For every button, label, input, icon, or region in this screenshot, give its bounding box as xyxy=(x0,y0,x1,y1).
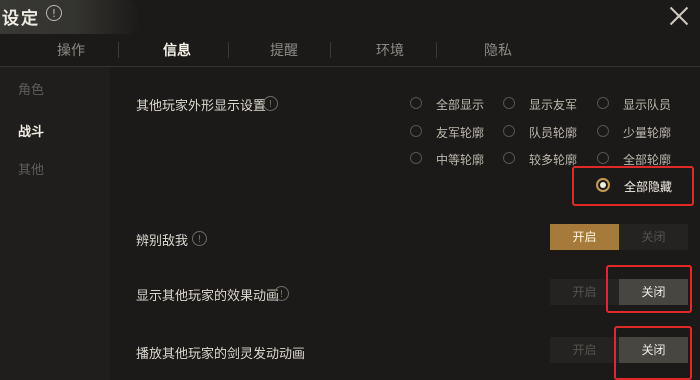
info-icon[interactable]: ! xyxy=(263,96,278,111)
info-icon[interactable]: ! xyxy=(192,231,207,246)
radio-dot xyxy=(410,152,422,164)
close-icon[interactable] xyxy=(664,2,692,30)
radio-dot xyxy=(503,97,515,109)
tab-info[interactable]: 信息 xyxy=(163,40,191,60)
tab-operation[interactable]: 操作 xyxy=(57,40,85,60)
distinguish-off-button[interactable]: 关闭 xyxy=(619,224,688,250)
radio-dot xyxy=(410,97,422,109)
tab-bar: 操作 信息 提醒 环境 隐私 xyxy=(0,34,700,66)
info-icon[interactable]: ! xyxy=(274,286,289,301)
radio-dot xyxy=(597,97,609,109)
highlight-box xyxy=(614,326,692,380)
radio-dot xyxy=(597,125,609,137)
tab-environment[interactable]: 环境 xyxy=(376,40,404,60)
sidebar-item-other[interactable]: 其他 xyxy=(18,159,44,178)
sword-spirit-on-button[interactable]: 开启 xyxy=(550,337,619,363)
page-title: 设定 xyxy=(2,9,40,29)
highlight-box xyxy=(606,265,692,313)
radio-dot xyxy=(410,125,422,137)
tab-divider xyxy=(118,42,119,58)
tab-divider xyxy=(228,42,229,58)
radio-dot xyxy=(503,152,515,164)
distinguish-setting-label: 辨别敌我 xyxy=(136,234,189,249)
sword-spirit-setting-label: 播放其他玩家的剑灵发动动画 xyxy=(136,347,306,362)
radio-dot xyxy=(503,125,515,137)
distinguish-toggle: 开启 关闭 xyxy=(550,224,688,250)
info-icon[interactable]: ! xyxy=(46,5,62,21)
sidebar-item-character[interactable]: 角色 xyxy=(18,79,44,98)
radio-dot xyxy=(597,152,609,164)
effects-setting-label: 显示其他玩家的效果动画 xyxy=(136,289,280,304)
tab-privacy[interactable]: 隐私 xyxy=(484,40,512,60)
distinguish-on-button[interactable]: 开启 xyxy=(550,224,619,250)
sidebar-item-combat[interactable]: 战斗 xyxy=(18,121,44,140)
appearance-setting-label: 其他玩家外形显示设置 xyxy=(136,99,267,114)
tab-divider xyxy=(436,42,437,58)
radio-hide-all-label: 全部隐藏 xyxy=(624,180,673,194)
tab-reminder[interactable]: 提醒 xyxy=(270,40,298,60)
tab-divider xyxy=(330,42,331,58)
radio-hide-all[interactable] xyxy=(596,178,610,192)
sidebar: 角色 战斗 其他 xyxy=(0,67,110,380)
